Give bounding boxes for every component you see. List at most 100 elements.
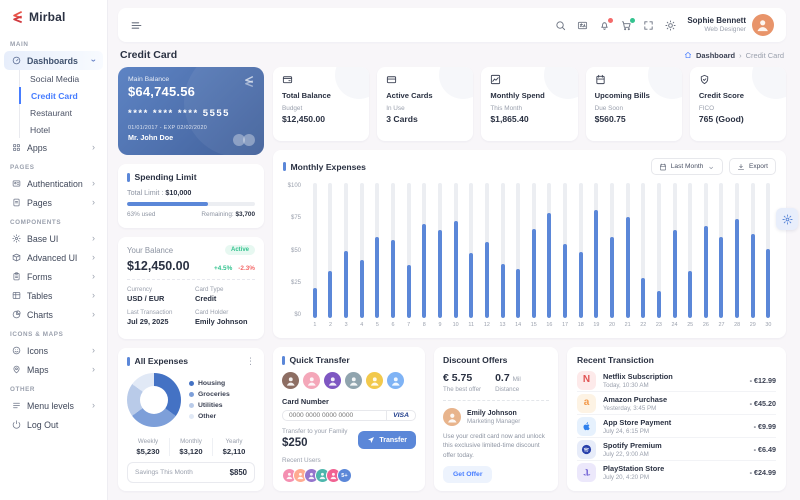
bar-day-5[interactable]: 5 [370, 183, 386, 330]
sidebar-subitem-credit-card[interactable]: Credit Card [19, 87, 103, 104]
sidebar-item-pages[interactable]: Pages› [4, 193, 103, 212]
sidebar-item-menu-levels[interactable]: Menu levels› [4, 396, 103, 415]
app-root: Mirbal MAINDashboards›Social MediaCredit… [0, 0, 800, 500]
x-tick-label: 10 [453, 322, 459, 330]
sidebar-item-charts[interactable]: Charts› [4, 305, 103, 324]
chevron-right-icon: › [92, 365, 95, 374]
expense-period-stats: Weekly$5,230Monthly$3,120Yearly$2,110 [127, 438, 255, 456]
notifications-bell-icon[interactable] [599, 20, 610, 31]
transaction-row-amazon-purchase[interactable]: aAmazon PurchaseYesterday, 3:45 PM- €45.… [577, 392, 776, 415]
user-profile-menu[interactable]: Sophie Bennett Web Designer [687, 14, 774, 36]
settings-gear-button[interactable] [776, 208, 798, 230]
bar-day-30[interactable]: 30 [761, 183, 777, 330]
sidebar-subitem-restaurant[interactable]: Restaurant [19, 104, 103, 121]
transaction-row-spotify-premium[interactable]: Spotify PremiumJuly 22, 9:00 AM- €6.49 [577, 438, 776, 461]
fullscreen-icon[interactable] [643, 20, 654, 31]
bar-day-26[interactable]: 26 [698, 183, 714, 330]
bar-day-19[interactable]: 19 [589, 183, 605, 330]
bar-day-12[interactable]: 12 [479, 183, 495, 330]
bar-day-27[interactable]: 27 [714, 183, 730, 330]
more-options-icon[interactable]: ⋮ [246, 357, 255, 366]
legend-item-utilities: Utilities [189, 402, 230, 409]
quick-transfer-title: Quick Transfer [290, 355, 350, 365]
bar-day-15[interactable]: 15 [526, 183, 542, 330]
stat-card-monthly-spend[interactable]: Monthly SpendThis Month$1,865.40 [481, 67, 577, 141]
language-icon[interactable] [577, 20, 588, 31]
card-number-input[interactable] [283, 412, 386, 419]
contact-avatar-5[interactable] [366, 372, 383, 389]
cart-icon[interactable] [621, 20, 632, 31]
stat-title: Upcoming Bills [595, 91, 673, 100]
stat-card-active-cards[interactable]: Active CardsIn Use3 Cards [377, 67, 473, 141]
transfer-button[interactable]: Transfer [358, 431, 416, 449]
transaction-amount: - €12.99 [750, 376, 776, 385]
bar-day-4[interactable]: 4 [354, 183, 370, 330]
sidebar-item-base-ui[interactable]: Base UI› [4, 229, 103, 248]
bar-day-11[interactable]: 11 [463, 183, 479, 330]
grid-icon [12, 143, 21, 152]
chevron-right-icon: › [92, 310, 95, 319]
sidebar-subitem-social-media[interactable]: Social Media [19, 70, 103, 87]
stat-value: $12,450.00 [282, 114, 360, 124]
period-select-button[interactable]: Last Month ⌄ [651, 158, 723, 175]
breadcrumb-dashboard-link[interactable]: Dashboard [696, 51, 735, 60]
stat-card-upcoming-bills[interactable]: Upcoming BillsDue Soon$560.75 [586, 67, 682, 141]
contact-avatar-6[interactable] [387, 372, 404, 389]
bar-day-7[interactable]: 7 [401, 183, 417, 330]
bar-day-28[interactable]: 28 [729, 183, 745, 330]
bar-day-1[interactable]: 1 [307, 183, 323, 330]
sidebar-item-dashboards[interactable]: Dashboards› [4, 51, 103, 70]
bar-day-16[interactable]: 16 [542, 183, 558, 330]
sidebar-subitem-hotel[interactable]: Hotel [19, 121, 103, 138]
sidebar-item-apps[interactable]: Apps› [4, 138, 103, 157]
pie-icon [12, 310, 21, 319]
bar-day-29[interactable]: 29 [745, 183, 761, 330]
contact-avatar-3[interactable] [324, 372, 341, 389]
bar-day-8[interactable]: 8 [416, 183, 432, 330]
bar-day-21[interactable]: 21 [620, 183, 636, 330]
sidebar-item-tables[interactable]: Tables› [4, 286, 103, 305]
bar-day-23[interactable]: 23 [651, 183, 667, 330]
bar-day-13[interactable]: 13 [495, 183, 511, 330]
bar-day-10[interactable]: 10 [448, 183, 464, 330]
bar-day-3[interactable]: 3 [338, 183, 354, 330]
bar-day-17[interactable]: 17 [557, 183, 573, 330]
bar-day-20[interactable]: 20 [604, 183, 620, 330]
bar-day-18[interactable]: 18 [573, 183, 589, 330]
smile-icon [12, 346, 21, 355]
bar-day-2[interactable]: 2 [323, 183, 339, 330]
contact-avatar-2[interactable] [303, 372, 320, 389]
bar-day-22[interactable]: 22 [635, 183, 651, 330]
sidebar-item-authentication[interactable]: Authentication› [4, 174, 103, 193]
transaction-row-app-store-payment[interactable]: App Store PaymentJuly 24, 6:15 PM- €9.99 [577, 415, 776, 438]
bar-day-9[interactable]: 9 [432, 183, 448, 330]
file-icon [12, 198, 21, 207]
brand-logo[interactable]: Mirbal [0, 8, 107, 34]
contact-avatar-1[interactable] [282, 372, 299, 389]
bar-day-14[interactable]: 14 [510, 183, 526, 330]
contact-avatar-4[interactable] [345, 372, 362, 389]
transaction-amount: - €45.20 [750, 399, 776, 408]
transaction-name: App Store Payment [603, 418, 671, 427]
export-button[interactable]: Export [729, 158, 776, 175]
bar-day-6[interactable]: 6 [385, 183, 401, 330]
search-icon[interactable] [555, 20, 566, 31]
get-offer-button[interactable]: Get Offer [443, 466, 492, 483]
x-tick-label: 12 [484, 322, 490, 330]
credit-card-visual[interactable]: Main Balance $64,745.56 **** **** **** 5… [118, 67, 264, 155]
transaction-row-netflix-subscription[interactable]: NNetflix SubscriptionToday, 10:30 AM- €1… [577, 369, 776, 392]
stat-card-credit-score[interactable]: Credit ScoreFICO765 (Good) [690, 67, 786, 141]
bar-day-24[interactable]: 24 [667, 183, 683, 330]
x-tick-label: 22 [640, 322, 646, 330]
menu-toggle-icon[interactable] [130, 19, 143, 32]
sidebar-item-maps[interactable]: Maps› [4, 360, 103, 379]
bar-day-25[interactable]: 25 [682, 183, 698, 330]
stat-card-total-balance[interactable]: Total BalanceBudget$12,450.00 [273, 67, 369, 141]
sidebar-item-log-out[interactable]: Log Out [4, 415, 103, 434]
sidebar-item-advanced-ui[interactable]: Advanced UI› [4, 248, 103, 267]
sidebar-item-icons[interactable]: Icons› [4, 341, 103, 360]
sidebar-item-forms[interactable]: Forms› [4, 267, 103, 286]
more-users-badge[interactable]: 5+ [337, 468, 352, 483]
theme-sun-icon[interactable] [665, 20, 676, 31]
transaction-row-playstation-store[interactable]: PlayStation StoreJuly 20, 4:20 PM- €24.9… [577, 461, 776, 483]
